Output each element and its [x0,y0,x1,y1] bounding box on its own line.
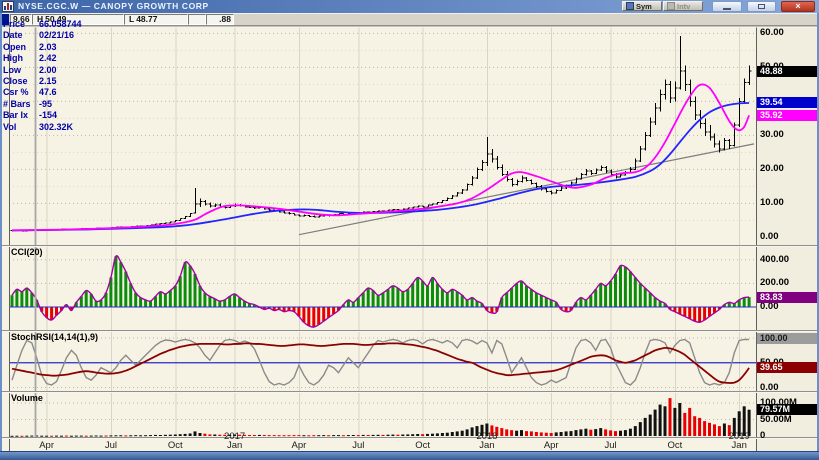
x-axis-tick: Apr [27,441,67,450]
window-border-bottom[interactable] [0,451,819,460]
readout-row: # Bars-95 [3,99,82,110]
stochrsi-axis-badge: 100.00 [757,333,818,344]
readout-row: Date02/21/16 [3,30,82,41]
volume-panel-label: Volume [11,393,43,403]
readout-row: Bar Ix-154 [3,110,82,121]
readout-label: # Bars [3,99,39,109]
price-axis-tick: 60.00 [760,28,784,38]
readout-row: Vol302.32K [3,122,82,133]
axis-labels-layer: 60.00 50.00 30.00 20.00 10.00 0.00 48.88 39.54 3… [0,0,819,460]
price-axis-badge: 35.92 [757,110,818,121]
price-axis-badge: 39.54 [757,97,818,108]
readout-value: 302.32K [39,122,73,132]
x-axis-year: 2019 [719,432,759,441]
readout-value: -95 [39,99,52,109]
price-axis-badge: 48.88 [757,66,818,77]
x-axis-tick: Oct [155,441,195,450]
price-axis-tick: 30.00 [760,130,784,140]
price-axis-tick: 50.00 [760,62,784,72]
price-axis-tick: 20.00 [760,164,784,174]
readout-row: Csr %47.6 [3,87,82,98]
cci-panel-label: CCI(20) [11,247,43,257]
volume-axis-badge: 79.57M [757,404,818,415]
x-axis-tick: Jan [467,441,507,450]
chart-window: NYSE.CGC.W — CANOPY GROWTH CORP Sym Intv… [0,0,819,460]
x-axis-tick: Jul [338,441,378,450]
chart-area[interactable]: 60.00 50.00 30.00 20.00 10.00 0.00 48.88 39.54 3… [0,0,819,460]
cci-axis-tick: 200.00 [760,278,789,288]
readout-value: 66.058744 [39,19,82,29]
readout-value: 02/21/16 [39,30,74,40]
stochrsi-panel-label: StochRSI(14,14(1),9) [11,332,98,342]
readout-label: Open [3,42,39,52]
stochrsi-axis-tick: 0.00 [760,383,779,393]
x-axis-tick: Jan [719,441,759,450]
readout-label: Low [3,65,39,75]
price-axis-tick: 0.00 [760,232,779,242]
volume-axis-tick: 100.00M [760,398,797,408]
readout-value: 2.42 [39,53,57,63]
volume-axis-tick: 50.00M [760,415,792,425]
stochrsi-axis-badge: 39.65 [757,362,818,373]
readout-label: Close [3,76,39,86]
x-axis-tick: Oct [403,441,443,450]
readout-label: Price [3,19,39,29]
readout-value: 2.15 [39,76,57,86]
cci-axis-tick: 400.00 [760,255,789,265]
cci-axis-tick: 0.00 [760,302,779,312]
readout-label: Csr % [3,87,39,97]
cci-axis-badge: 83.83 [757,292,818,303]
chart-canvas [0,0,819,460]
x-axis-tick: Jan [215,441,255,450]
readout-label: Date [3,30,39,40]
readout-row: Open2.03 [3,42,82,53]
readout-row: Low2.00 [3,65,82,76]
readout-label: Bar Ix [3,110,39,120]
readout-row: High2.42 [3,53,82,64]
window-border-left [0,13,2,460]
volume-axis-tick: 0 [760,431,765,441]
readout-row: Close2.15 [3,76,82,87]
x-axis-tick: Jul [591,441,631,450]
x-axis-year: 2017 [215,432,255,441]
readout-row: Price66.058744 [3,19,82,30]
readout-label: High [3,53,39,63]
readout-value: -154 [39,110,57,120]
readout-value: 47.6 [39,87,57,97]
x-axis-tick: Apr [531,441,571,450]
x-axis-year: 2018 [467,432,507,441]
readout-value: 2.03 [39,42,57,52]
readout-label: Vol [3,122,39,132]
x-axis-tick: Apr [279,441,319,450]
stochrsi-axis-tick: 50.00 [760,358,784,368]
x-axis-tick: Oct [655,441,695,450]
x-axis-tick: Jul [91,441,131,450]
readout-value: 2.00 [39,65,57,75]
data-readout-panel: Price66.058744Date02/21/16Open2.03High2.… [3,19,82,133]
price-axis-tick: 10.00 [760,198,784,208]
